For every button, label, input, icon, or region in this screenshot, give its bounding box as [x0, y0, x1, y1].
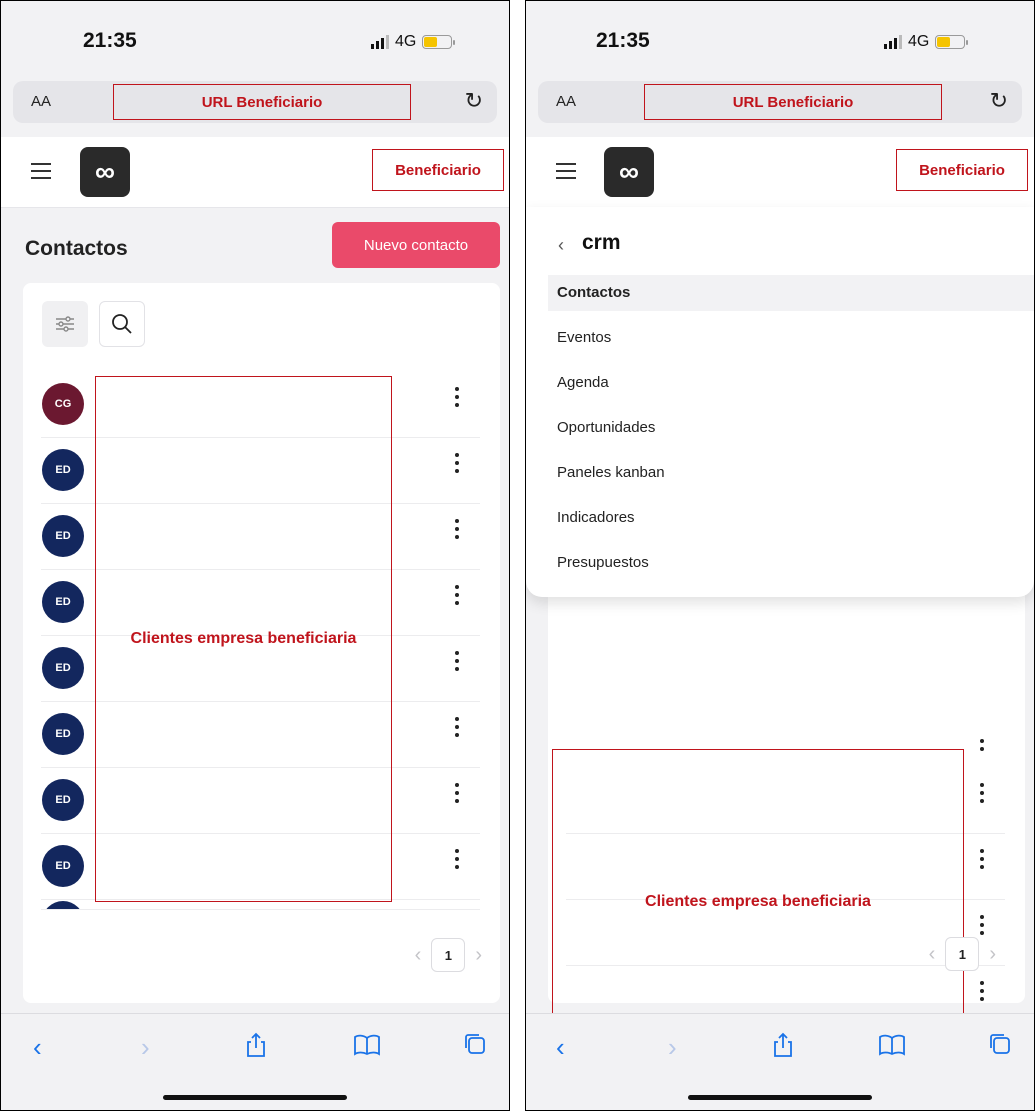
- home-indicator: [688, 1095, 872, 1100]
- network-label: 4G: [395, 33, 417, 50]
- right-phone-screen: 21:35 4G AA URL Beneficiario ↻ Clientes …: [525, 0, 1035, 1111]
- menu-item-oportunidades[interactable]: Oportunidades: [548, 410, 1034, 446]
- avatar: ED: [42, 581, 84, 623]
- address-bar[interactable]: AA URL Beneficiario ↻: [538, 81, 1022, 123]
- text-size-button[interactable]: AA: [31, 93, 51, 110]
- text-size-button[interactable]: AA: [556, 93, 576, 110]
- hamburger-icon[interactable]: [31, 163, 51, 184]
- avatar: ED: [42, 647, 84, 689]
- signal-icon: [884, 35, 902, 49]
- search-icon[interactable]: [99, 301, 145, 347]
- menu-item-eventos[interactable]: Eventos: [548, 320, 1034, 356]
- reload-icon[interactable]: ↻: [465, 88, 483, 114]
- contact-row-partial: [566, 739, 1005, 751]
- web-content: Clientes empresa beneficiaria ∞ Benefici…: [526, 137, 1034, 1064]
- signal-icon: [371, 35, 389, 49]
- home-indicator: [163, 1095, 347, 1100]
- kebab-icon[interactable]: [979, 981, 985, 1005]
- network-label: 4G: [908, 33, 930, 50]
- avatar: ED: [42, 713, 84, 755]
- forward-icon[interactable]: ›: [141, 1032, 150, 1063]
- status-indicators: 4G: [371, 33, 456, 51]
- kebab-icon[interactable]: [454, 453, 460, 477]
- menu-item-agenda[interactable]: Agenda: [548, 365, 1034, 401]
- share-icon[interactable]: [772, 1032, 794, 1065]
- status-indicators: 4G: [884, 33, 969, 51]
- clock: 21:35: [596, 29, 650, 52]
- account-annotation[interactable]: Beneficiario: [372, 149, 504, 191]
- filter-icon[interactable]: [42, 301, 88, 347]
- chevron-left-icon[interactable]: ‹: [415, 944, 422, 967]
- menu-item-presupuestos[interactable]: Presupuestos: [548, 545, 1034, 581]
- forward-icon[interactable]: ›: [668, 1032, 677, 1063]
- page-number-button[interactable]: 1: [945, 937, 980, 971]
- url-annotation: URL Beneficiario: [644, 84, 942, 120]
- app-header: ∞ Beneficiario: [1, 137, 509, 208]
- menu-item-indicadores[interactable]: Indicadores: [548, 500, 1034, 536]
- avatar: ED: [42, 515, 84, 557]
- kebab-icon[interactable]: [454, 651, 460, 675]
- pagination: ‹ 1 ›: [929, 937, 996, 971]
- bookmarks-icon[interactable]: [353, 1032, 381, 1063]
- chevron-left-icon[interactable]: ‹: [558, 235, 564, 256]
- bookmarks-icon[interactable]: [878, 1032, 906, 1063]
- address-bar[interactable]: AA URL Beneficiario ↻: [13, 81, 497, 123]
- tabs-icon[interactable]: [463, 1032, 487, 1063]
- status-bar: 21:35 4G: [526, 1, 1034, 75]
- chevron-left-icon[interactable]: ‹: [929, 943, 936, 966]
- pagination: ‹ 1 ›: [415, 938, 482, 972]
- share-icon[interactable]: [245, 1032, 267, 1065]
- page-number-button[interactable]: 1: [431, 938, 466, 972]
- clock: 21:35: [83, 29, 137, 52]
- account-annotation[interactable]: Beneficiario: [896, 149, 1028, 191]
- avatar: CG: [42, 383, 84, 425]
- avatar: [42, 901, 84, 909]
- kebab-icon[interactable]: [454, 783, 460, 807]
- status-bar: 21:35 4G: [1, 1, 509, 75]
- kebab-icon[interactable]: [979, 783, 985, 807]
- back-icon[interactable]: ‹: [556, 1032, 565, 1063]
- tabs-icon[interactable]: [988, 1032, 1012, 1063]
- kebab-icon[interactable]: [979, 849, 985, 873]
- menu-section-title: crm: [582, 231, 621, 254]
- new-contact-button[interactable]: Nuevo contacto: [332, 222, 500, 268]
- clients-redaction-annotation: Clientes empresa beneficiaria: [95, 376, 392, 902]
- kebab-icon[interactable]: [454, 585, 460, 609]
- battery-icon: [935, 35, 969, 49]
- reload-icon[interactable]: ↻: [990, 88, 1008, 114]
- crm-menu: ‹ crm Contactos Eventos Agenda Oportunid…: [526, 207, 1034, 597]
- kebab-icon[interactable]: [454, 519, 460, 543]
- page-title: Contactos: [25, 237, 128, 260]
- chevron-right-icon[interactable]: ›: [989, 943, 996, 966]
- chevron-right-icon[interactable]: ›: [475, 944, 482, 967]
- contacts-card: CG ED ED ED ED ED ED ED Clientes empresa…: [23, 283, 500, 1003]
- back-icon[interactable]: ‹: [33, 1032, 42, 1063]
- left-phone-screen: 21:35 4G AA URL Beneficiario ↻ ∞ Benefic…: [0, 0, 510, 1111]
- avatar: ED: [42, 845, 84, 887]
- kebab-icon[interactable]: [979, 915, 985, 939]
- battery-icon: [422, 35, 456, 49]
- hamburger-icon[interactable]: [556, 163, 576, 184]
- app-header: ∞ Beneficiario: [526, 137, 1034, 208]
- kebab-icon[interactable]: [454, 387, 460, 411]
- kebab-icon[interactable]: [979, 739, 985, 755]
- web-content: ∞ Beneficiario Contactos Nuevo contacto …: [1, 137, 509, 1026]
- menu-item-contactos[interactable]: Contactos: [548, 275, 1034, 311]
- kebab-icon[interactable]: [454, 849, 460, 873]
- page-header: Contactos Nuevo contacto: [1, 222, 509, 282]
- avatar: ED: [42, 779, 84, 821]
- safari-toolbar: ‹ ›: [1, 1013, 509, 1110]
- avatar: ED: [42, 449, 84, 491]
- menu-item-paneles-kanban[interactable]: Paneles kanban: [548, 455, 1034, 491]
- url-annotation: URL Beneficiario: [113, 84, 411, 120]
- clients-redaction-annotation: Clientes empresa beneficiaria: [552, 749, 964, 1055]
- app-logo-icon[interactable]: ∞: [604, 147, 654, 197]
- safari-toolbar: ‹ ›: [526, 1013, 1034, 1110]
- app-logo-icon[interactable]: ∞: [80, 147, 130, 197]
- kebab-icon[interactable]: [454, 717, 460, 741]
